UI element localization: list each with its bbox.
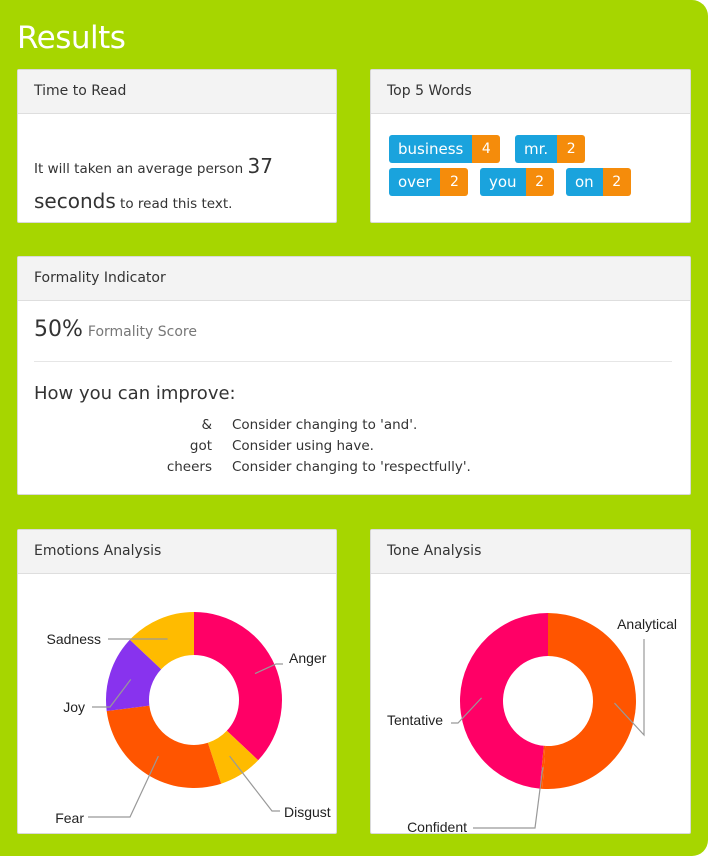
time-suffix: to read this text.: [120, 196, 233, 212]
time-prefix: It will taken an average person: [34, 161, 244, 177]
word-chip-word: mr.: [515, 135, 558, 163]
label-joy: Joy: [63, 699, 85, 715]
word-chip-count: 2: [602, 168, 631, 196]
tip-message: Consider changing to 'respectfully'.: [232, 459, 471, 475]
tip-message: Consider using have.: [232, 438, 374, 454]
slice-tentative[interactable]: [460, 613, 548, 789]
page-title: Results: [17, 20, 126, 56]
tone-panel: Tone Analysis Analytical Confident Tentati…: [370, 529, 691, 834]
formality-score-value: 50%: [34, 317, 83, 342]
top-words-panel: Top 5 Words business 4 mr. 2 over 2 you …: [370, 69, 691, 223]
label-fear: Fear: [55, 810, 84, 826]
tip-message: Consider changing to 'and'.: [232, 417, 418, 433]
tip-word: cheers: [166, 459, 212, 475]
formality-score: 50% Formality Score: [34, 317, 197, 342]
label-sadness: Sadness: [47, 631, 101, 647]
label-tentative: Tentative: [387, 712, 443, 728]
tone-header: Tone Analysis: [371, 530, 690, 574]
formality-header: Formality Indicator: [18, 257, 690, 301]
formality-score-label: Formality Score: [87, 324, 197, 340]
top-words-header: Top 5 Words: [371, 70, 690, 114]
tip-word: got: [189, 438, 212, 454]
word-chip: on 2: [566, 168, 631, 196]
improvement-tip: & Consider changing to 'and'.: [18, 417, 692, 437]
word-chip-word: over: [389, 168, 441, 196]
word-chip-count: 2: [525, 168, 554, 196]
slice-fear[interactable]: [106, 705, 222, 788]
label-confident: Confident: [407, 819, 467, 832]
slice-anger[interactable]: [194, 612, 283, 761]
time-unit: seconds: [34, 189, 116, 213]
formality-panel: Formality Indicator 50% Formality Score H…: [17, 256, 691, 495]
emotions-panel: Emotions Analysis Anger Disgust Fear Joy Sad…: [17, 529, 337, 834]
improvement-tip: got Consider using have.: [18, 438, 692, 458]
word-chip: over 2: [389, 168, 469, 196]
word-chip: mr. 2: [515, 135, 586, 163]
slice-analytical[interactable]: [542, 613, 637, 789]
word-chip-word: you: [480, 168, 526, 196]
tip-word: &: [201, 417, 212, 433]
word-chip: you 2: [480, 168, 554, 196]
word-chip-count: 2: [557, 135, 586, 163]
time-to-read-text: It will taken an average person 37 secon…: [34, 150, 324, 220]
improve-heading: How you can improve:: [34, 383, 236, 404]
tone-donut-chart: Analytical Confident Tentative: [387, 613, 677, 832]
emotions-header: Emotions Analysis: [18, 530, 336, 574]
label-analytical: Analytical: [617, 616, 677, 632]
time-number: 37: [247, 154, 273, 178]
time-to-read-panel: Time to Read It will taken an average pe…: [17, 69, 337, 223]
label-disgust: Disgust: [284, 804, 331, 820]
time-to-read-header: Time to Read: [18, 70, 336, 114]
word-chip-word: on: [566, 168, 603, 196]
divider: [34, 361, 672, 362]
label-anger: Anger: [289, 650, 327, 666]
word-chip-count: 4: [472, 135, 501, 163]
improvement-tip: cheers Consider changing to 'respectfull…: [18, 459, 692, 479]
word-chip-count: 2: [440, 168, 469, 196]
word-chip: business 4: [389, 135, 501, 163]
word-chip-word: business: [389, 135, 473, 163]
emotions-donut-chart: Anger Disgust Fear Joy Sadness: [47, 612, 331, 826]
